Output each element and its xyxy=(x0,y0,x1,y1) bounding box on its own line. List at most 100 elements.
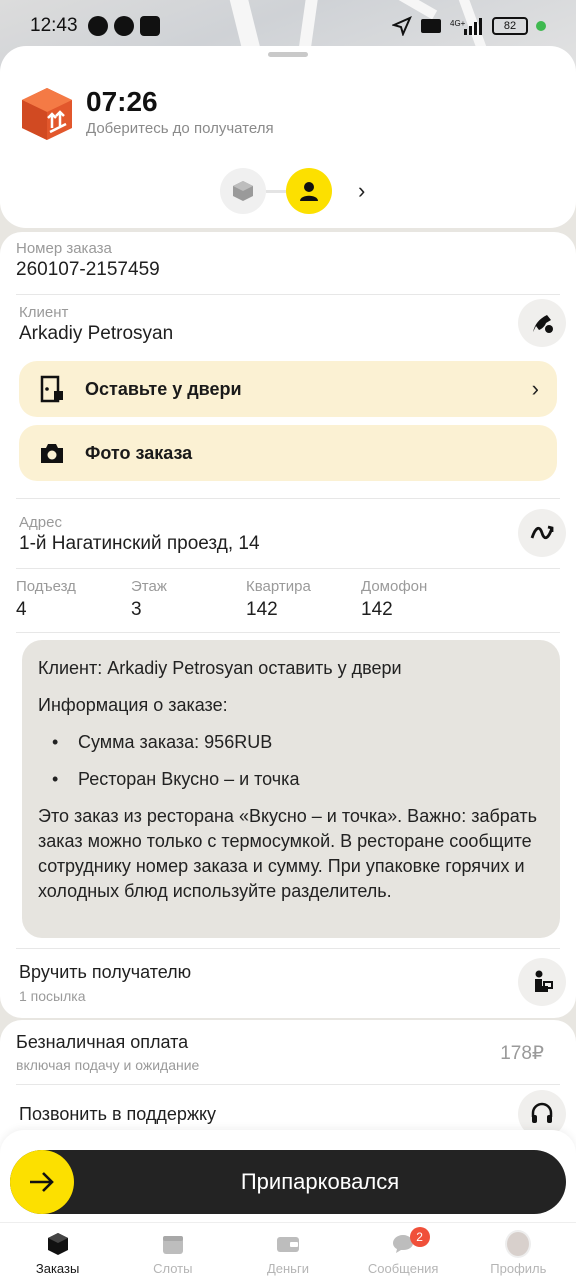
order-number-label: Номер заказа xyxy=(16,240,112,257)
divider xyxy=(16,498,560,499)
payment-title: Безналичная оплата xyxy=(16,1032,189,1052)
chevron-right-icon: › xyxy=(531,376,539,401)
handover-subtitle: 1 посылка xyxy=(19,988,86,1004)
entrance-label: Подъезд xyxy=(16,578,76,595)
order-number: 260107-2157459 xyxy=(16,259,160,280)
comment-list: Сумма заказа: 956RUB Ресторан Вкусно – и… xyxy=(38,730,544,792)
step-connector xyxy=(266,189,286,193)
client-label: Клиент xyxy=(19,304,69,321)
leave-at-door-label: Оставьте у двери xyxy=(85,378,242,399)
navigate-button[interactable] xyxy=(518,509,566,557)
handover-block: Вручить получателю 1 посылка xyxy=(19,962,191,1004)
app-notification-icon xyxy=(139,16,160,36)
bottom-navigation: Заказы Слоты Деньги 2 Сообщения Профиль xyxy=(0,1222,576,1280)
photo-order-label: Фото заказа xyxy=(85,442,193,463)
step-pickup xyxy=(220,168,266,214)
camera-icon xyxy=(37,438,67,468)
orders-icon xyxy=(45,1231,71,1257)
apartment-label: Квартира xyxy=(246,578,311,595)
handover-button[interactable] xyxy=(518,958,566,1006)
nav-label: Сообщения xyxy=(367,1261,439,1276)
signal-icon: 4G+ xyxy=(450,18,482,35)
payment-subtitle: включая подачу и ожидание xyxy=(16,1057,200,1073)
nav-profile[interactable]: Профиль xyxy=(461,1223,576,1280)
divider xyxy=(16,1084,560,1085)
battery-icon: 82 xyxy=(492,17,528,35)
divider xyxy=(16,948,560,949)
comment-line: Информация о заказе: xyxy=(38,695,228,715)
chat-notification-icon xyxy=(87,16,108,36)
nav-orders[interactable]: Заказы xyxy=(0,1223,115,1280)
slider-label: Припарковался xyxy=(240,1169,400,1194)
unread-badge: 2 xyxy=(409,1227,430,1247)
comment-bullet: Сумма заказа: 956RUB xyxy=(38,730,544,755)
route-icon xyxy=(530,525,554,540)
progress-steps[interactable]: › xyxy=(220,168,365,214)
order-number-block: Номер заказа 260107-2157459 xyxy=(16,240,160,281)
nav-label: Профиль xyxy=(490,1261,547,1276)
door-icon xyxy=(37,374,67,404)
comment-body: Это заказ из ресторана «Вкусно – и точка… xyxy=(38,806,538,901)
floor-label: Этаж xyxy=(131,578,167,595)
wallet-icon xyxy=(275,1231,301,1257)
comment-bullet: Ресторан Вкусно – и точка xyxy=(38,767,544,792)
notification-icons xyxy=(87,16,160,36)
nav-label: Деньги xyxy=(266,1261,309,1276)
entrance-value: 4 xyxy=(16,599,27,620)
privacy-dot-icon xyxy=(536,21,546,31)
app-notification-icon xyxy=(113,16,134,36)
leave-at-door-button[interactable]: Оставьте у двери › xyxy=(19,361,557,417)
drag-handle[interactable] xyxy=(268,52,308,57)
arrow-right-icon xyxy=(30,1172,54,1192)
status-time: 12:43 xyxy=(30,15,78,36)
headset-icon xyxy=(531,1102,553,1123)
parked-slider[interactable]: Припарковался xyxy=(10,1150,566,1214)
call-client-button[interactable] xyxy=(518,299,566,347)
divider xyxy=(16,294,560,295)
address-value: 1-й Нагатинский проезд, 14 xyxy=(19,533,260,554)
nav-slots[interactable]: Слоты xyxy=(115,1223,230,1280)
box-icon xyxy=(233,181,253,201)
eta-subtitle: Доберитесь до получателя xyxy=(86,120,274,137)
address-label: Адрес xyxy=(19,514,62,531)
eta-time: 07:26 xyxy=(86,86,158,117)
entrance-field: Подъезд 4 xyxy=(16,578,131,621)
nav-messages[interactable]: 2 Сообщения xyxy=(346,1223,461,1280)
chevron-right-icon[interactable]: › xyxy=(358,178,365,204)
person-handover-icon xyxy=(535,970,553,992)
divider xyxy=(16,632,560,633)
package-icon xyxy=(22,88,72,140)
location-icon xyxy=(392,16,412,36)
avatar xyxy=(505,1230,532,1258)
intercom-value: 142 xyxy=(361,599,393,620)
support-label[interactable]: Позвонить в поддержку xyxy=(19,1104,216,1125)
order-details-sheet: Номер заказа 260107-2157459 Клиент Arkad… xyxy=(0,232,576,1018)
svg-text:4G+: 4G+ xyxy=(450,19,466,28)
photo-order-button[interactable]: Фото заказа xyxy=(19,425,557,481)
slider-knob[interactable] xyxy=(10,1150,74,1214)
address-block: Адрес 1-й Нагатинский проезд, 14 xyxy=(19,514,260,555)
phone-icon xyxy=(533,315,553,333)
person-icon xyxy=(300,182,318,201)
apartment-field: Квартира 142 xyxy=(246,578,361,621)
eta-card: 07:26 Доберитесь до получателя › xyxy=(0,46,576,228)
action-slider-container: Припарковался xyxy=(0,1130,576,1226)
nav-label: Слоты xyxy=(153,1261,193,1276)
nav-label: Заказы xyxy=(35,1261,80,1276)
nav-money[interactable]: Деньги xyxy=(230,1223,345,1280)
handover-title: Вручить получателю xyxy=(19,962,192,982)
volte-icon xyxy=(421,19,441,33)
address-details: Подъезд 4 Этаж 3 Квартира 142 Домофон 14… xyxy=(16,578,476,621)
divider xyxy=(16,568,560,569)
payment-amount: 178₽ xyxy=(500,1043,544,1064)
client-block: Клиент Arkadiy Petrosyan xyxy=(19,304,173,345)
comment-line: Клиент: Arkadiy Petrosyan оставить у две… xyxy=(38,658,402,678)
payment-block: Безналичная оплата включая подачу и ожид… xyxy=(16,1032,199,1073)
calendar-icon xyxy=(160,1231,186,1257)
apartment-value: 142 xyxy=(246,599,278,620)
floor-value: 3 xyxy=(131,599,142,620)
status-right: 4G+ 82 xyxy=(392,16,546,36)
intercom-field: Домофон 142 xyxy=(361,578,476,621)
step-recipient xyxy=(286,168,332,214)
client-name: Arkadiy Petrosyan xyxy=(19,323,174,344)
